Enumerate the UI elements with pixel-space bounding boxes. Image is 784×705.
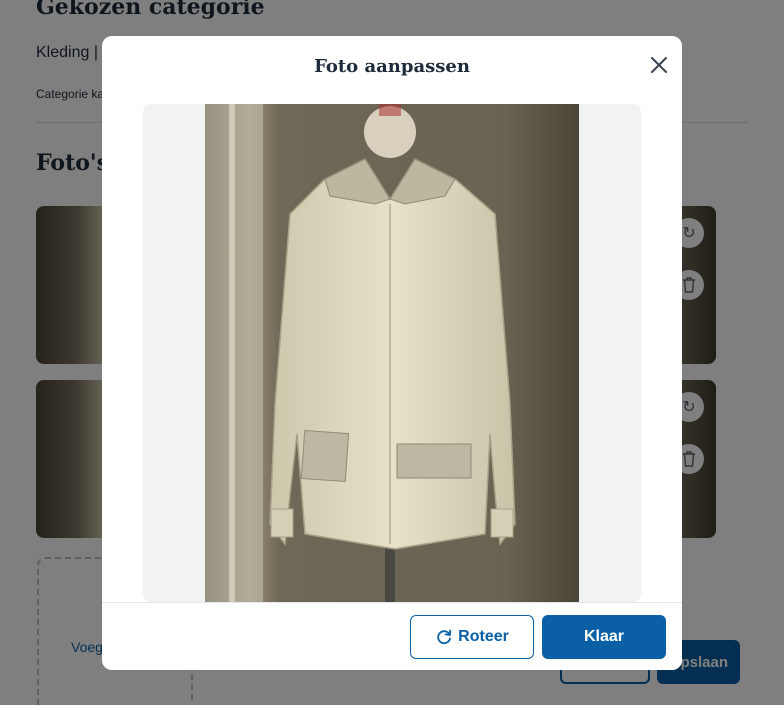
dialog-footer: Roteer Klaar — [102, 602, 682, 670]
dialog-title: Foto aanpassen — [314, 56, 470, 77]
done-button-label: Klaar — [583, 628, 625, 645]
rotate-icon — [437, 629, 452, 645]
photo-preview-area — [143, 104, 641, 602]
rotate-button[interactable]: Roteer — [410, 615, 534, 659]
rotate-button-label: Roteer — [458, 628, 509, 645]
close-icon[interactable] — [648, 54, 670, 76]
done-button[interactable]: Klaar — [542, 615, 666, 659]
photo-preview — [205, 104, 579, 602]
edit-photo-dialog: Foto aanpassen Roteer Klaar — [102, 36, 682, 670]
